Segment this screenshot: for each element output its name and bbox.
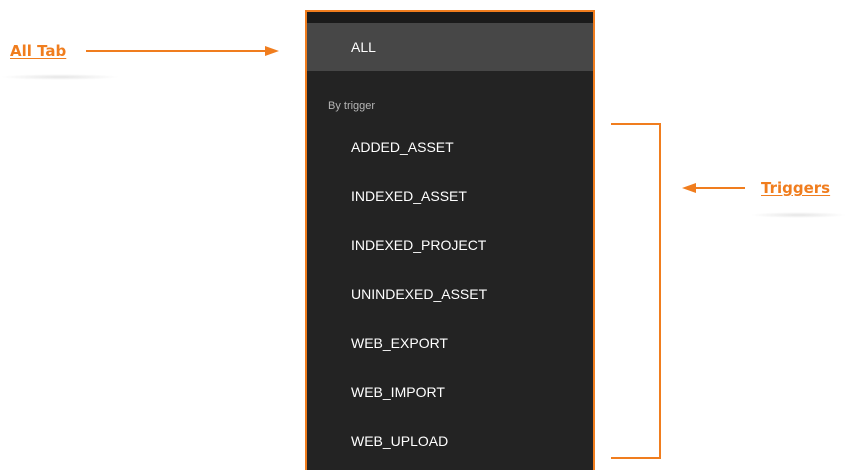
menu-item-web-import[interactable]: WEB_IMPORT — [307, 368, 593, 417]
all-tab-arrow-line — [86, 50, 266, 52]
all-tab-callout-shadow — [0, 74, 120, 80]
triggers-arrow-head — [682, 183, 696, 193]
menu-section-header: By trigger — [307, 71, 593, 123]
menu-top-bar — [307, 12, 593, 23]
trigger-menu-panel: ALL By trigger ADDED_ASSET INDEXED_ASSET… — [305, 10, 595, 470]
menu-item-web-upload[interactable]: WEB_UPLOAD — [307, 417, 593, 466]
all-tab-callout-label: All Tab — [10, 42, 67, 60]
triggers-arrow-line — [695, 187, 745, 189]
menu-item-all-label: ALL — [351, 39, 376, 55]
menu-item-label: WEB_IMPORT — [351, 384, 445, 400]
triggers-bracket — [611, 123, 661, 459]
menu-item-label: INDEXED_ASSET — [351, 188, 467, 204]
menu-item-unindexed-asset[interactable]: UNINDEXED_ASSET — [307, 270, 593, 319]
all-tab-arrow-head — [265, 46, 279, 56]
menu-section-label: By trigger — [328, 100, 376, 112]
menu-item-label: WEB_EXPORT — [351, 335, 448, 351]
menu-item-indexed-asset[interactable]: INDEXED_ASSET — [307, 172, 593, 221]
menu-item-label: ADDED_ASSET — [351, 139, 454, 155]
menu-item-label: UNINDEXED_ASSET — [351, 286, 488, 302]
menu-item-all[interactable]: ALL — [307, 23, 593, 71]
menu-item-web-export[interactable]: WEB_EXPORT — [307, 319, 593, 368]
menu-item-label: INDEXED_PROJECT — [351, 237, 487, 253]
menu-item-label: WEB_UPLOAD — [351, 433, 449, 449]
triggers-callout-label: Triggers — [761, 179, 831, 197]
menu-item-indexed-project[interactable]: INDEXED_PROJECT — [307, 221, 593, 270]
menu-item-added-asset[interactable]: ADDED_ASSET — [307, 123, 593, 172]
triggers-callout-shadow — [750, 212, 847, 218]
